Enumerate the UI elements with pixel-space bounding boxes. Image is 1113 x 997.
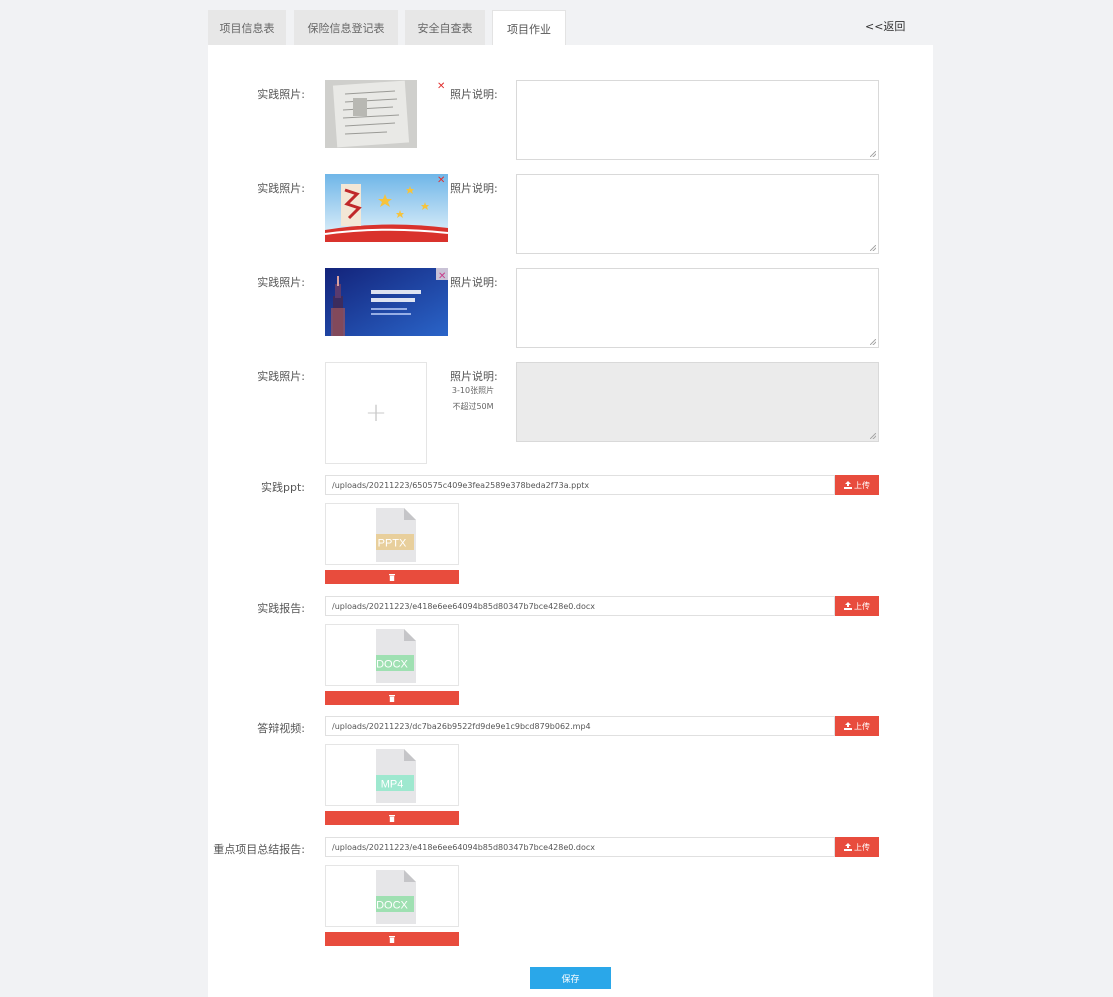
upload-icon [844, 602, 852, 610]
back-link[interactable]: <<返回 [865, 18, 905, 34]
photo-label: 实践照片: [257, 182, 305, 195]
photo-thumbnail[interactable] [325, 80, 417, 148]
file-ext-label: DOCX [376, 900, 408, 912]
delete-file-button[interactable] [325, 570, 459, 584]
photo-desc-input[interactable] [516, 80, 879, 160]
trash-icon [389, 694, 395, 702]
file-label: 重点项目总结报告: [213, 843, 305, 856]
photo-size-hint: 不超过50M [452, 402, 494, 411]
upload-icon [844, 722, 852, 730]
upload-button[interactable]: 上传 [835, 596, 879, 616]
remove-photo-icon[interactable]: ✕ [437, 81, 445, 92]
photo-desc-label: 照片说明: [450, 88, 498, 101]
file-preview-card[interactable]: PPTX [325, 503, 459, 565]
photo-desc-input[interactable] [516, 174, 879, 254]
upload-button-label: 上传 [854, 480, 870, 490]
photo-desc-input-disabled [516, 362, 879, 442]
save-button[interactable]: 保存 [530, 967, 611, 989]
upload-button-label: 上传 [854, 721, 870, 731]
file-path-input[interactable] [325, 837, 835, 857]
tab-project-info[interactable]: 项目信息表 [208, 10, 286, 45]
photo-label: 实践照片: [257, 276, 305, 289]
tab-project-homework[interactable]: 项目作业 [492, 10, 566, 46]
upload-button[interactable]: 上传 [835, 475, 879, 495]
remove-photo-icon[interactable]: ✕ [437, 175, 445, 186]
photo-desc-label: 照片说明: [450, 276, 498, 289]
upload-icon [844, 843, 852, 851]
document-icon: DOCX [376, 629, 416, 683]
photo-desc-label: 照片说明: [450, 370, 498, 383]
photo-thumbnail[interactable] [325, 174, 448, 242]
file-preview-card[interactable]: MP4 [325, 744, 459, 806]
delete-file-button[interactable] [325, 932, 459, 946]
file-label: 实践ppt: [261, 481, 305, 494]
photo-desc-input[interactable] [516, 268, 879, 348]
file-preview-card[interactable]: DOCX [325, 624, 459, 686]
file-ext-label: DOCX [376, 659, 408, 671]
tab-safety-check[interactable]: 安全自查表 [405, 10, 485, 45]
upload-button-label: 上传 [854, 601, 870, 611]
file-path-input[interactable] [325, 716, 835, 736]
plus-icon: + [365, 398, 387, 428]
photo-desc-label: 照片说明: [450, 182, 498, 195]
add-photo-button[interactable]: + [325, 362, 427, 464]
upload-icon [844, 481, 852, 489]
delete-file-button[interactable] [325, 691, 459, 705]
trash-icon [389, 814, 395, 822]
file-label: 实践报告: [257, 602, 305, 615]
remove-photo-icon[interactable]: ✕ [438, 271, 446, 282]
photo-label: 实践照片: [257, 88, 305, 101]
document-icon: DOCX [376, 870, 416, 924]
upload-button[interactable]: 上传 [835, 837, 879, 857]
upload-button[interactable]: 上传 [835, 716, 879, 736]
file-ext-label: MP4 [381, 779, 404, 791]
photo-thumbnail[interactable] [325, 268, 448, 336]
delete-file-button[interactable] [325, 811, 459, 825]
trash-icon [389, 573, 395, 581]
file-path-input[interactable] [325, 596, 835, 616]
photo-label: 实践照片: [257, 370, 305, 383]
trash-icon [389, 935, 395, 943]
tab-insurance-registration[interactable]: 保险信息登记表 [294, 10, 398, 45]
document-icon: MP4 [376, 749, 416, 803]
file-path-input[interactable] [325, 475, 835, 495]
file-ext-label: PPTX [378, 538, 407, 550]
file-label: 答辩视频: [257, 722, 305, 735]
file-preview-card[interactable]: DOCX [325, 865, 459, 927]
document-icon: PPTX [376, 508, 416, 562]
photo-count-hint: 3-10张照片 [451, 386, 495, 395]
upload-button-label: 上传 [854, 842, 870, 852]
